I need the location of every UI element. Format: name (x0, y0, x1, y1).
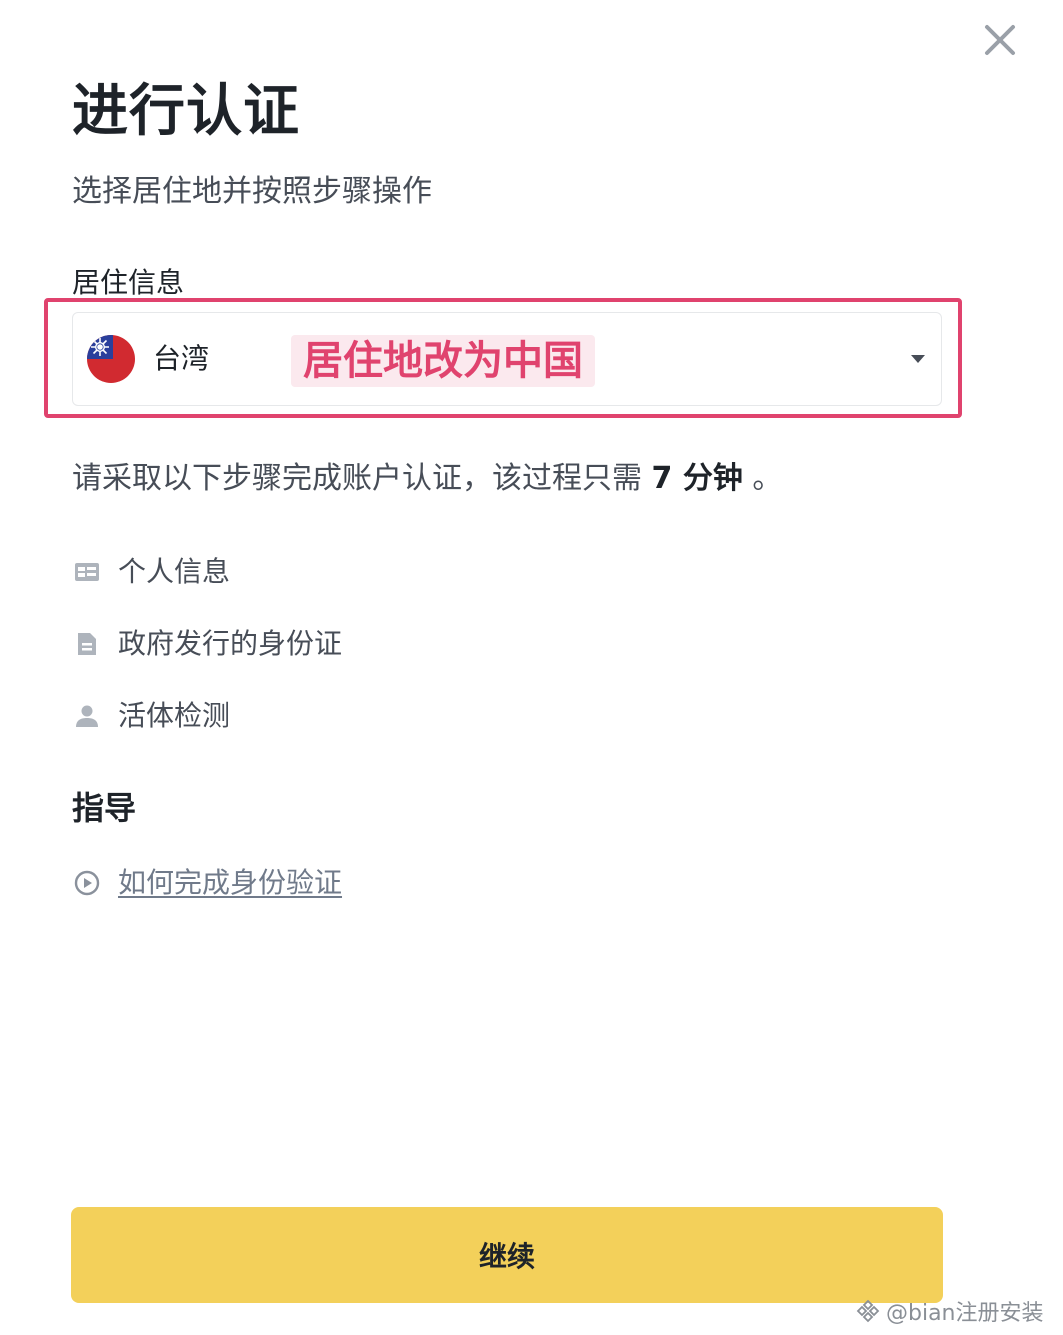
id-card-icon (72, 557, 102, 587)
residence-selected-value: 台湾 (153, 342, 210, 375)
step-item-government-id: 政府发行的身份证 (72, 624, 342, 664)
watermark: @bian注册安装 (856, 1294, 1044, 1328)
guide-title: 指导 (72, 789, 137, 827)
steps-intro-suffix: 。 (752, 461, 783, 496)
close-icon (985, 25, 1015, 55)
annotation-label: 居住地改为中国 (291, 335, 595, 387)
chevron-down-icon (911, 355, 925, 363)
step-item-personal-info: 个人信息 (72, 552, 230, 592)
document-icon (72, 629, 102, 659)
person-icon (72, 701, 102, 731)
taiwan-flag-icon (87, 335, 135, 383)
play-circle-icon (72, 868, 102, 898)
step-label: 个人信息 (118, 555, 231, 588)
close-button[interactable] (980, 20, 1020, 60)
watermark-text: @bian注册安装 (886, 1301, 1044, 1326)
step-label: 活体检测 (118, 699, 231, 732)
steps-intro-time: 7 分钟 (651, 461, 743, 496)
watermark-logo-icon (856, 1299, 880, 1323)
page-title: 进行认证 (72, 79, 300, 144)
steps-intro: 请采取以下步骤完成账户认证，该过程只需 7 分钟 。 (72, 458, 782, 500)
residence-label: 居住信息 (72, 266, 185, 299)
residence-select[interactable]: 台湾 居住地改为中国 (72, 312, 942, 406)
guide-link[interactable]: 如何完成身份验证 (72, 862, 342, 904)
guide-link-label[interactable]: 如何完成身份验证 (118, 863, 342, 903)
steps-intro-text: 请采取以下步骤完成账户认证，该过程只需 (72, 461, 642, 496)
continue-button[interactable]: 继续 (71, 1207, 943, 1303)
step-label: 政府发行的身份证 (118, 627, 343, 660)
step-item-liveness: 活体检测 (72, 696, 230, 736)
page-subtitle: 选择居住地并按照步骤操作 (72, 174, 432, 209)
